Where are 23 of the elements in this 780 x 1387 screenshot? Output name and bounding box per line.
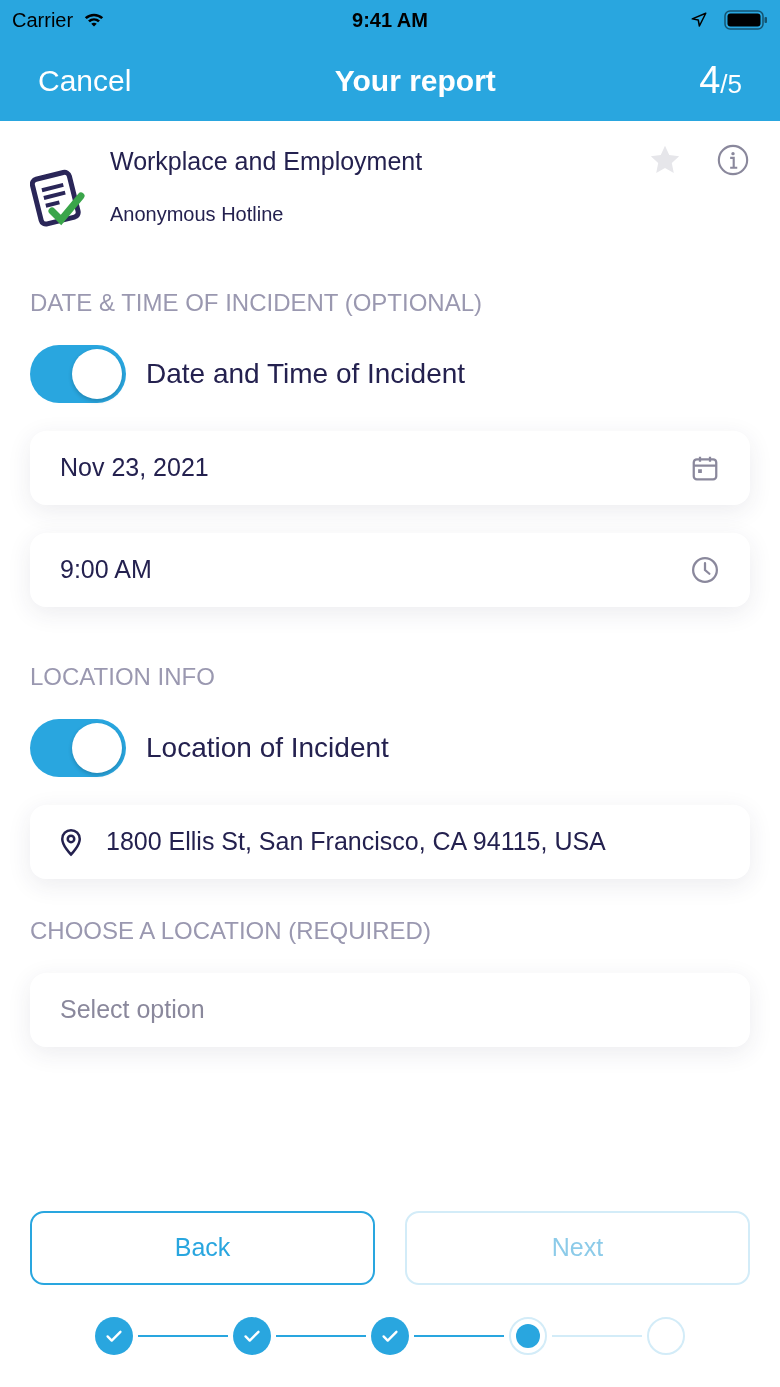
toggle-switch[interactable] — [30, 718, 126, 777]
category-title: Workplace and Employment — [110, 146, 424, 177]
input-field[interactable]: 9:00 AM — [30, 532, 750, 607]
cancel-button[interactable]: Cancel — [38, 58, 132, 103]
screen-title: Your report — [334, 63, 496, 99]
location-arrow-icon — [690, 11, 708, 29]
clock-icon — [690, 554, 720, 585]
section-heading: DATE & TIME OF INCIDENT (OPTIONAL) — [30, 287, 484, 318]
back-button[interactable]: Back — [30, 1211, 375, 1285]
carrier-text: Carrier — [12, 8, 74, 33]
section-heading: CHOOSE A LOCATION (REQUIRED) — [30, 915, 432, 946]
step-counter: 4/5 — [699, 58, 742, 103]
battery-icon — [724, 9, 768, 31]
toggle-switch[interactable] — [30, 344, 126, 403]
section-heading: LOCATION INFO — [30, 661, 216, 692]
input-field[interactable]: 1800 Ellis St, San Francisco, CA 94115, USA — [30, 804, 750, 879]
input-field[interactable]: Nov 23, 2021 — [30, 430, 750, 505]
toggle-label: Date and Time of Incident — [146, 356, 466, 391]
clock-text: 9:41 AM — [351, 8, 429, 33]
toggle-label: Location of Incident — [146, 730, 389, 765]
info-icon[interactable] — [716, 143, 750, 177]
select-field[interactable]: Select option — [30, 972, 750, 1047]
category-subtitle: Anonymous Hotline — [110, 201, 285, 227]
